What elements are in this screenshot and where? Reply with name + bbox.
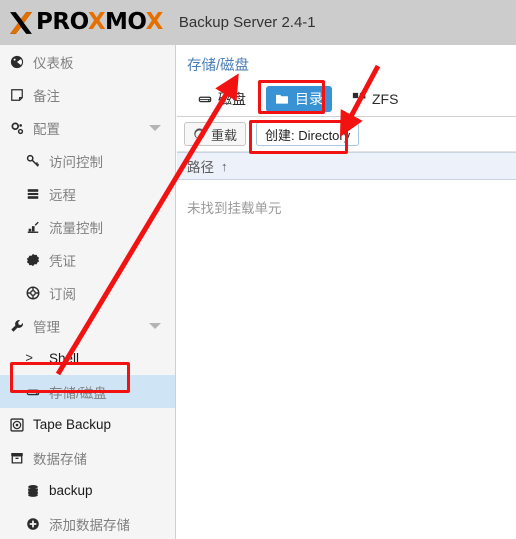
folder-icon [275, 92, 289, 106]
certificate-icon [24, 253, 42, 267]
reload-button[interactable]: 重载 [184, 122, 247, 146]
content-toolbar: 重载 创建: Directory [177, 117, 516, 152]
sidebar-item-label: 配置 [33, 121, 60, 137]
sidebar-item-label: 访问控制 [49, 154, 103, 170]
tab-label: 目录 [295, 91, 323, 107]
sidebar-item-label: 添加数据存储 [49, 517, 130, 533]
create-directory-label: 创建: Directory [265, 127, 351, 143]
gears-icon [8, 121, 26, 135]
sidebar-item-10[interactable]: 存储/磁盘 [0, 375, 175, 408]
database-icon [24, 484, 42, 498]
product-title: Backup Server 2.4-1 [178, 14, 316, 31]
traffic-icon [24, 220, 42, 234]
chevron-down-icon[interactable] [149, 124, 161, 131]
disk-icon [198, 92, 212, 106]
wrench-icon [8, 319, 26, 333]
logo-part-x2: X [145, 9, 164, 35]
sidebar-item-label: 凭证 [49, 253, 76, 269]
sidebar-item-label: 管理 [33, 319, 60, 335]
note-icon [8, 88, 26, 102]
tape-icon [8, 417, 26, 432]
proxmox-logo: PROXMOX [8, 0, 163, 45]
sidebar-item-label: Shell [49, 351, 80, 366]
create-directory-button[interactable]: 创建: Directory [256, 122, 360, 146]
server-icon [24, 187, 42, 201]
sidebar-item-label: 流量控制 [49, 220, 103, 236]
sidebar-item-12[interactable]: 数据存储 [0, 441, 175, 474]
column-header-path: 路径 [187, 160, 214, 175]
key-icon [24, 154, 42, 168]
sidebar-item-2[interactable]: 配置 [0, 111, 175, 144]
sidebar-item-label: Tape Backup [33, 417, 112, 432]
reload-label: 重载 [211, 127, 238, 143]
tab-0[interactable]: 磁盘 [189, 86, 255, 112]
sidebar-item-label: 数据存储 [33, 451, 87, 467]
sidebar-item-13[interactable]: backup [0, 474, 175, 507]
sidebar-item-9[interactable]: >_ Shell [0, 342, 175, 375]
sidebar-item-label: 备注 [33, 88, 60, 104]
sidebar-item-8[interactable]: 管理 [0, 309, 175, 342]
terminal-icon: >_ [25, 351, 41, 366]
sidebar-item-7[interactable]: 订阅 [0, 276, 175, 309]
sidebar-item-3[interactable]: 访问控制 [0, 144, 175, 177]
main-content: 存储/磁盘 磁盘 目录 ZFS 重载 创建: Directory 路径 ↑ 未找到挂… [177, 45, 516, 539]
sidebar-item-label: 仪表板 [33, 55, 74, 71]
refresh-icon [193, 127, 206, 141]
support-icon [24, 286, 42, 300]
tab-1[interactable]: 目录 [266, 86, 332, 112]
proxmox-x-mark-icon [10, 11, 32, 34]
chevron-down-icon[interactable] [149, 322, 161, 329]
sidebar-item-11[interactable]: Tape Backup [0, 408, 175, 441]
page-title: 存储/磁盘 [187, 58, 250, 74]
grid-empty-message: 未找到挂载单元 [187, 201, 282, 216]
sidebar-item-1[interactable]: 备注 [0, 78, 175, 111]
logo-part-mo: MO [105, 9, 146, 35]
sidebar-item-label: 订阅 [49, 286, 76, 302]
sidebar-item-14[interactable]: 添加数据存储 [0, 507, 175, 539]
datastore-icon [8, 451, 26, 465]
sidebar-item-4[interactable]: 远程 [0, 177, 175, 210]
plus-circle-icon [24, 517, 42, 531]
proxmox-wordmark: PROXMOX [36, 11, 163, 34]
grid-icon [352, 92, 366, 106]
app-header: PROXMOX Backup Server 2.4-1 [0, 0, 516, 45]
sidebar-item-0[interactable]: 仪表板 [0, 45, 175, 78]
tab-label: 磁盘 [218, 91, 246, 107]
tab-label: ZFS [372, 91, 399, 107]
dashboard-icon [8, 55, 26, 69]
grid-column-header[interactable]: 路径 ↑ [177, 152, 516, 180]
sort-ascending-icon: ↑ [221, 158, 228, 174]
sidebar-item-label: 远程 [49, 187, 76, 203]
tab-2[interactable]: ZFS [343, 86, 407, 112]
tab-bar: 磁盘 目录 ZFS [177, 82, 516, 117]
logo-part-pro: PRO [36, 9, 88, 35]
sidebar-navigation: 仪表板备注配置访问控制远程流量控制凭证订阅管理 >_ Shell 存储/磁盘 Tape … [0, 45, 176, 539]
sidebar-item-6[interactable]: 凭证 [0, 243, 175, 276]
disk-icon [24, 385, 42, 399]
sidebar-item-5[interactable]: 流量控制 [0, 210, 175, 243]
sidebar-item-label: 存储/磁盘 [49, 385, 107, 401]
sidebar-item-label: backup [49, 483, 93, 498]
logo-part-x1: X [87, 9, 106, 35]
